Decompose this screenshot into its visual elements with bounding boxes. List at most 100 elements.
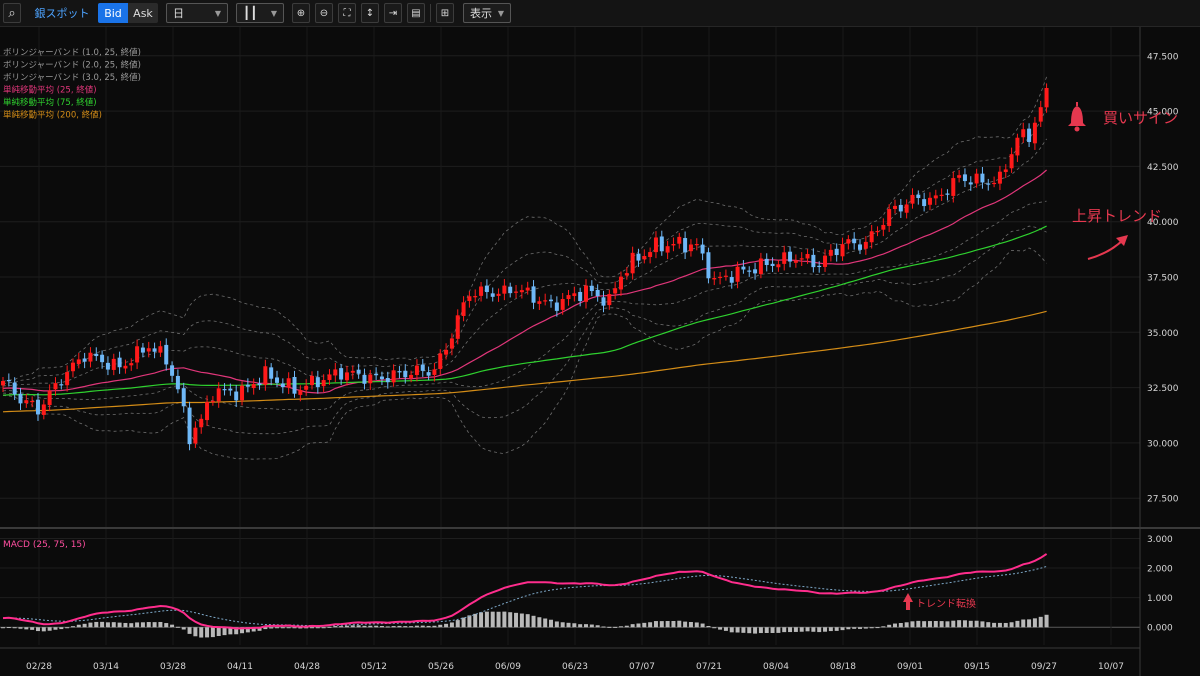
- trend-reversal-label: トレンド転換: [916, 598, 976, 610]
- macd-histogram-bar: [339, 626, 344, 628]
- candle-body: [228, 388, 233, 391]
- symbol-selector[interactable]: 銀スポット: [32, 3, 92, 23]
- candle-body: [467, 296, 472, 302]
- candle-body: [706, 252, 711, 279]
- candle-body: [205, 402, 210, 421]
- candle-body: [729, 277, 734, 283]
- auto-scale-icon[interactable]: ↕: [361, 3, 379, 23]
- candle-body: [793, 260, 798, 263]
- candle-body: [828, 249, 833, 256]
- period-select[interactable]: 日 ▼: [166, 3, 228, 23]
- candle-body: [671, 244, 676, 246]
- candle-body: [578, 291, 583, 301]
- macd-tick-label: 3.000: [1147, 535, 1173, 545]
- date-tick-label: 04/28: [294, 662, 320, 672]
- candle-body: [199, 418, 204, 428]
- candle-body: [1027, 128, 1032, 143]
- macd-histogram-bar: [858, 627, 863, 629]
- date-tick-label: 06/09: [495, 662, 521, 672]
- macd-histogram-bar: [706, 625, 711, 628]
- price-tick-label: 35.000: [1147, 329, 1179, 339]
- macd-histogram-bar: [904, 622, 909, 628]
- price-tick-label: 30.000: [1147, 439, 1179, 449]
- ask-button[interactable]: Ask: [128, 3, 158, 23]
- macd-histogram-bar: [426, 625, 431, 628]
- uptrend-label: 上昇トレンド: [1072, 207, 1162, 225]
- candle-body: [927, 197, 932, 205]
- fit-screen-icon[interactable]: ⛶: [338, 3, 356, 23]
- chart-area[interactable]: MACD (25, 75, 15) 27.50030.00032.50035.0…: [0, 27, 1200, 676]
- macd-histogram-bar: [403, 626, 408, 628]
- candle-body: [642, 255, 647, 260]
- date-tick-label: 03/14: [93, 662, 119, 672]
- candle-body: [321, 380, 326, 387]
- macd-histogram-bar: [496, 611, 501, 628]
- macd-histogram-bar: [100, 621, 105, 628]
- candle-body: [59, 384, 64, 386]
- moving-averages: [2, 169, 1047, 413]
- macd-histogram-bar: [467, 615, 472, 628]
- legend-item: 単純移動平均 (25, 終値): [3, 85, 97, 96]
- bid-button[interactable]: Bid: [98, 3, 128, 23]
- chart-type-select[interactable]: ┃┃ ▼: [236, 3, 284, 23]
- display-label: 表示: [470, 7, 492, 20]
- bollinger-band-line: [2, 107, 1047, 385]
- document-icon[interactable]: ▤: [407, 3, 425, 23]
- legend-item: 単純移動平均 (200, 終値): [3, 110, 102, 121]
- candle-body: [630, 252, 635, 274]
- macd-histogram-bar: [764, 627, 769, 633]
- macd-histogram-bar: [146, 622, 151, 628]
- macd-histogram-bar: [368, 625, 373, 628]
- macd-histogram-bar: [461, 617, 466, 628]
- candle-body: [753, 269, 758, 274]
- legend-item: 単純移動平均 (75, 終値): [3, 97, 97, 108]
- macd-histogram-bar: [712, 627, 717, 629]
- candle-body: [304, 385, 309, 390]
- candle-body: [1015, 137, 1020, 156]
- macd-histogram-bar: [747, 627, 752, 634]
- macd-histogram-bar: [618, 626, 623, 628]
- candle-body: [123, 365, 128, 369]
- macd-histogram-bar: [344, 625, 349, 628]
- add-indicator-icon[interactable]: ⊞: [436, 3, 454, 23]
- candle-body: [694, 244, 699, 246]
- macd-histogram-bar: [718, 627, 723, 630]
- macd-histogram-bar: [438, 624, 443, 628]
- candle-body: [636, 253, 641, 261]
- candle-body: [922, 199, 927, 207]
- candle-body: [426, 372, 431, 376]
- macd-histogram-bar: [1009, 622, 1014, 628]
- candle-body: [490, 293, 495, 297]
- candle-body: [525, 287, 530, 291]
- candle-body: [385, 378, 390, 383]
- macd-histogram-bar: [269, 627, 274, 629]
- display-menu-button[interactable]: 表示 ▼: [463, 3, 511, 23]
- macd-histogram-bar: [41, 627, 46, 632]
- candle-body: [257, 383, 262, 386]
- candle-body: [735, 266, 740, 282]
- zoom-in-icon[interactable]: ⊕: [292, 3, 310, 23]
- candle-body: [723, 275, 728, 277]
- candle-body: [840, 244, 845, 257]
- macd-histogram-bar: [852, 627, 857, 629]
- price-tick-label: 47.500: [1147, 52, 1179, 62]
- macd-histogram-bar: [782, 627, 787, 633]
- macd-histogram-bar: [193, 627, 198, 637]
- candle-body: [904, 204, 909, 213]
- candle-body: [12, 382, 17, 395]
- candle-body: [898, 204, 903, 212]
- search-icon[interactable]: ⌕: [3, 3, 21, 23]
- candle-body: [584, 285, 588, 302]
- candle-body: [432, 369, 437, 375]
- macd-histogram-bar: [630, 624, 635, 628]
- macd-histogram-bar: [677, 620, 682, 628]
- candle-body: [613, 288, 618, 294]
- date-tick-label: 10/07: [1098, 662, 1124, 672]
- candle-body: [770, 263, 775, 267]
- macd-histogram-bar: [420, 625, 425, 628]
- zoom-out-icon[interactable]: ⊖: [315, 3, 333, 23]
- macd-histogram-bar: [18, 627, 23, 629]
- candle-body: [18, 393, 23, 404]
- macd-histogram-bar: [315, 627, 320, 629]
- scroll-latest-icon[interactable]: ⇥: [384, 3, 402, 23]
